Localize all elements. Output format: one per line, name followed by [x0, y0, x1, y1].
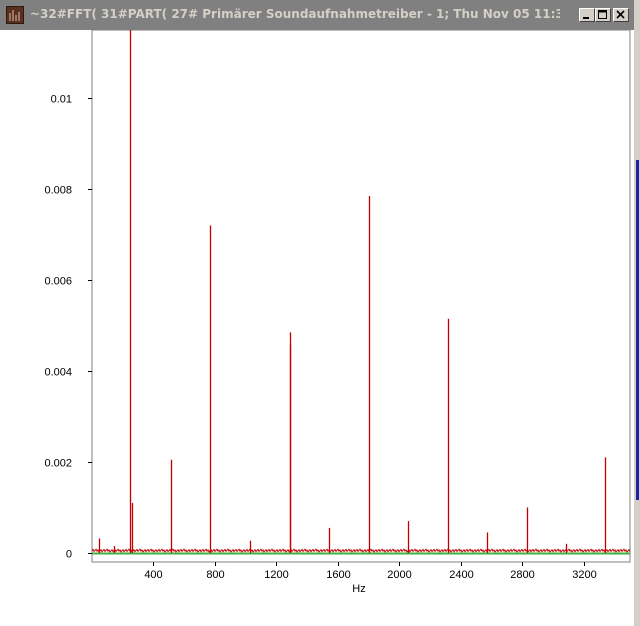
close-icon — [616, 10, 625, 19]
maximize-button[interactable] — [595, 8, 611, 22]
plot-frame — [91, 30, 631, 563]
y-tick-label: 0.002 — [44, 458, 72, 470]
x-axis-title: Hz — [352, 583, 365, 595]
y-tick-label: 0.004 — [44, 367, 72, 379]
y-tick-label: 0 — [66, 549, 72, 561]
y-tick-label: 0.006 — [44, 276, 72, 288]
title-bar[interactable]: ~32#FFT( 31#PART( 27# Primärer Soundaufn… — [0, 0, 634, 30]
x-tick-label: 2400 — [449, 569, 473, 581]
plot-area[interactable]: 400 800 1200 1600 2000 2400 2800 3200 0 0.002 0.00… — [0, 30, 634, 626]
fft-app-icon[interactable] — [6, 6, 24, 24]
window-title: ~32#FFT( 31#PART( 27# Primärer Soundaufn… — [30, 7, 560, 21]
x-tick-label: 1600 — [326, 569, 350, 581]
fft-window: ~32#FFT( 31#PART( 27# Primärer Soundaufn… — [0, 0, 634, 626]
maximize-icon — [598, 10, 607, 19]
x-tick-label: 400 — [144, 569, 162, 581]
y-tick-label: 0.008 — [44, 185, 72, 197]
close-button[interactable] — [613, 8, 629, 22]
x-tick-label: 800 — [206, 569, 224, 581]
x-tick-label: 1200 — [264, 569, 288, 581]
x-tick-label: 2000 — [387, 569, 411, 581]
fft-chart[interactable]: 400 800 1200 1600 2000 2400 2800 3200 0 0.002 0.00… — [0, 30, 634, 626]
y-tick-label: 0.01 — [51, 94, 72, 106]
x-tick-label: 2800 — [510, 569, 534, 581]
minimize-button[interactable] — [579, 8, 595, 22]
x-tick-label: 3200 — [572, 569, 596, 581]
background-window-edge — [636, 160, 639, 500]
minimize-icon — [583, 17, 589, 19]
